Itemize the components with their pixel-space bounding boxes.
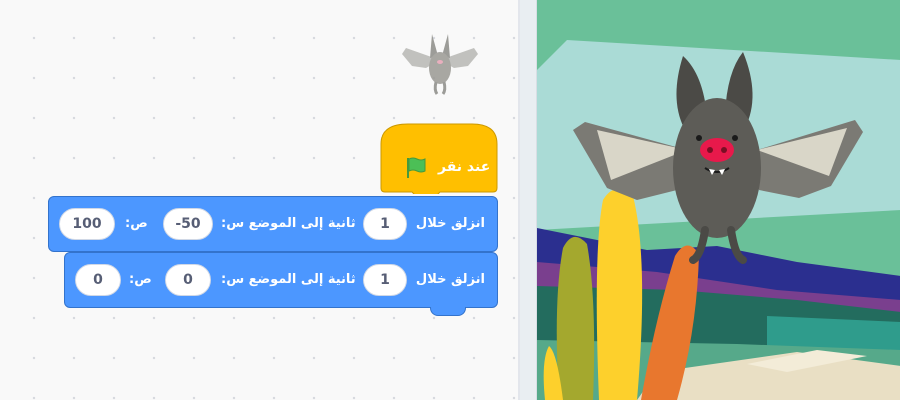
stage[interactable] xyxy=(536,0,900,400)
y-label: ص: xyxy=(125,216,148,231)
y-label: ص: xyxy=(129,272,152,287)
bat-sprite-icon xyxy=(402,34,478,95)
glide-prefix-label: انزلق خلال xyxy=(415,216,485,231)
bat-sprite[interactable] xyxy=(537,0,900,400)
code-area[interactable]: عند نقر انزلق خلال 1 ثانية إلى الموضع س:… xyxy=(0,0,520,400)
y-input[interactable]: 100 xyxy=(59,208,115,240)
block-bottom-notch xyxy=(430,307,466,316)
glide-to-xy-label: ثانية إلى الموضع س: xyxy=(221,272,356,287)
green-flag-icon xyxy=(407,157,426,178)
secs-input[interactable]: 1 xyxy=(363,264,407,296)
glide-prefix-label: انزلق خلال xyxy=(415,272,485,287)
x-input[interactable]: -50 xyxy=(163,208,213,240)
x-input[interactable]: 0 xyxy=(165,264,211,296)
glide-block[interactable]: انزلق خلال 1 ثانية إلى الموضع س: -50 ص: … xyxy=(48,196,498,252)
glide-block[interactable]: انزلق خلال 1 ثانية إلى الموضع س: 0 ص: 0 xyxy=(64,252,498,308)
when-flag-clicked-label: عند نقر xyxy=(438,159,491,175)
glide-to-xy-label: ثانية إلى الموضع س: xyxy=(221,216,356,231)
stage-gutter xyxy=(520,0,536,400)
secs-input[interactable]: 1 xyxy=(363,208,407,240)
y-input[interactable]: 0 xyxy=(75,264,121,296)
when-flag-clicked-block[interactable] xyxy=(380,122,498,194)
